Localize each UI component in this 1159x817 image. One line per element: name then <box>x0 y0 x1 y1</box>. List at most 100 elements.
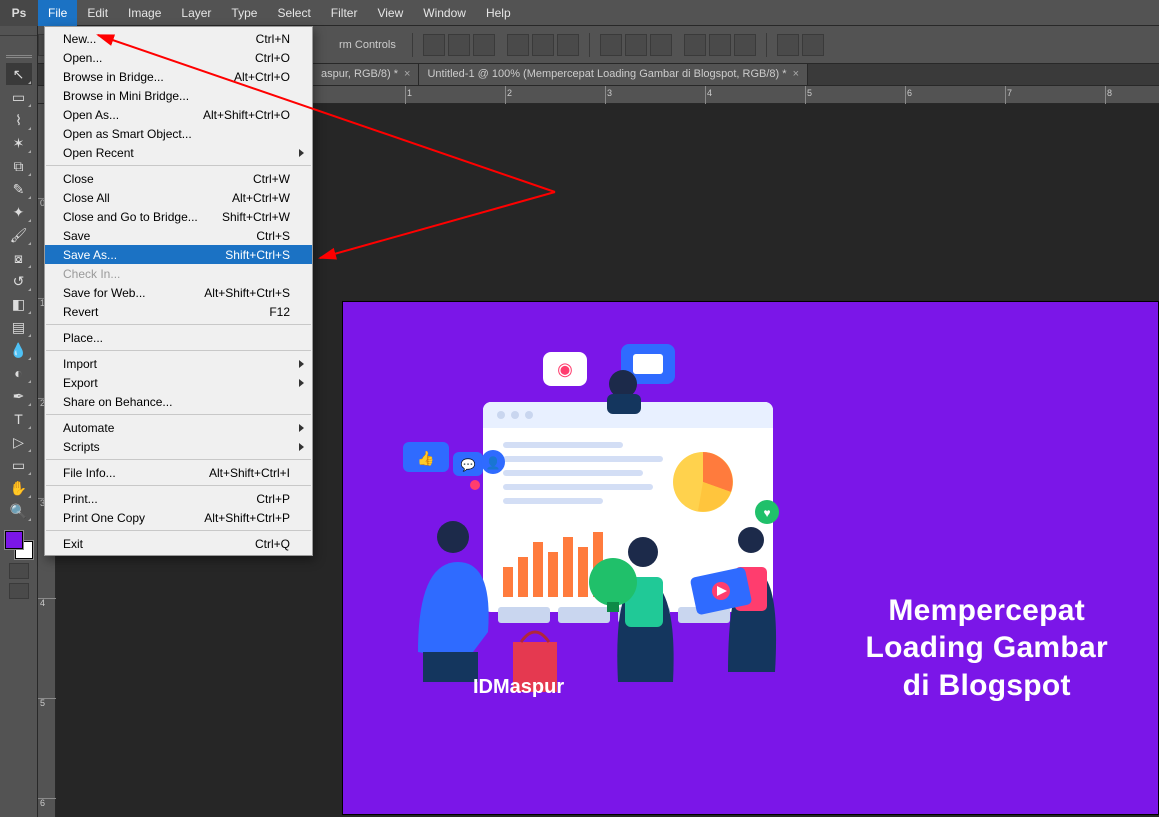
type-tool[interactable]: T <box>6 408 32 430</box>
screen-mode-button[interactable] <box>9 583 29 599</box>
path-selection-tool[interactable]: ▷ <box>6 431 32 453</box>
menu-item-file-info[interactable]: File Info...Alt+Shift+Ctrl+I <box>45 463 312 482</box>
history-brush-tool[interactable]: ↺ <box>6 270 32 292</box>
flyout-triangle-icon <box>28 127 31 130</box>
menu-item-label: Close and Go to Bridge... <box>63 210 198 224</box>
tool-icon: ✋ <box>10 480 27 497</box>
document-tab[interactable]: aspur, RGB/8) * × <box>313 64 419 85</box>
distribute-icon[interactable] <box>650 34 672 56</box>
menu-item-accelerator: Alt+Shift+Ctrl+O <box>203 108 290 122</box>
menu-item-open[interactable]: Open...Ctrl+O <box>45 48 312 67</box>
menu-select[interactable]: Select <box>267 0 320 26</box>
menu-item-export[interactable]: Export <box>45 373 312 392</box>
menu-item-label: Print... <box>63 492 98 506</box>
shape-tool[interactable]: ▭ <box>6 454 32 476</box>
tool-icon: ✶ <box>13 135 25 152</box>
marquee-tool[interactable]: ▭ <box>6 86 32 108</box>
align-bottom-icon[interactable] <box>557 34 579 56</box>
menu-item-exit[interactable]: ExitCtrl+Q <box>45 534 312 553</box>
menu-layer[interactable]: Layer <box>171 0 221 26</box>
menu-item-save[interactable]: SaveCtrl+S <box>45 226 312 245</box>
blur-tool[interactable]: 💧 <box>6 339 32 361</box>
menu-item-new[interactable]: New...Ctrl+N <box>45 29 312 48</box>
menu-separator <box>46 485 311 486</box>
menu-item-save-for-web[interactable]: Save for Web...Alt+Shift+Ctrl+S <box>45 283 312 302</box>
menu-item-revert[interactable]: RevertF12 <box>45 302 312 321</box>
gradient-tool[interactable]: ▤ <box>6 316 32 338</box>
menu-item-label: Place... <box>63 331 103 345</box>
panel-grip[interactable] <box>0 26 37 36</box>
lasso-tool[interactable]: ⌇ <box>6 109 32 131</box>
distribute-icon[interactable] <box>734 34 756 56</box>
hand-tool[interactable]: ✋ <box>6 477 32 499</box>
menu-help[interactable]: Help <box>476 0 521 26</box>
menu-item-browse-in-mini-bridge[interactable]: Browse in Mini Bridge... <box>45 86 312 105</box>
align-left-icon[interactable] <box>423 34 445 56</box>
clone-stamp-tool[interactable]: ⧇ <box>6 247 32 269</box>
magic-wand-tool[interactable]: ✶ <box>6 132 32 154</box>
foreground-color-swatch[interactable] <box>5 531 23 549</box>
menu-item-save-as[interactable]: Save As...Shift+Ctrl+S <box>45 245 312 264</box>
document-tab[interactable]: Untitled-1 @ 100% (Mempercepat Loading G… <box>419 64 808 85</box>
menu-item-open-recent[interactable]: Open Recent <box>45 143 312 162</box>
submenu-arrow-icon <box>299 424 304 432</box>
flyout-triangle-icon <box>28 472 31 475</box>
menu-item-automate[interactable]: Automate <box>45 418 312 437</box>
eraser-tool[interactable]: ◧ <box>6 293 32 315</box>
close-icon[interactable]: × <box>793 68 799 80</box>
artwork-brand-text: IDMaspur <box>473 676 564 699</box>
dodge-tool[interactable]: ◐ <box>6 362 32 384</box>
move-tool[interactable]: ↖ <box>6 63 32 85</box>
menu-item-open-as-smart-object[interactable]: Open as Smart Object... <box>45 124 312 143</box>
flyout-triangle-icon <box>28 150 31 153</box>
menu-image[interactable]: Image <box>118 0 171 26</box>
menu-item-place[interactable]: Place... <box>45 328 312 347</box>
arrange-icon[interactable] <box>802 34 824 56</box>
zoom-tool[interactable]: 🔍 <box>6 500 32 522</box>
menu-file[interactable]: File <box>38 0 77 26</box>
crop-tool[interactable]: ⧉ <box>6 155 32 177</box>
pen-tool[interactable]: ✒ <box>6 385 32 407</box>
close-icon[interactable]: × <box>404 68 410 80</box>
menu-item-label: Exit <box>63 537 83 551</box>
menu-item-accelerator: Alt+Shift+Ctrl+P <box>204 511 290 525</box>
menu-item-close[interactable]: CloseCtrl+W <box>45 169 312 188</box>
menu-item-share-on-behance[interactable]: Share on Behance... <box>45 392 312 411</box>
menu-edit[interactable]: Edit <box>77 0 118 26</box>
quick-mask-button[interactable] <box>9 563 29 579</box>
menu-item-scripts[interactable]: Scripts <box>45 437 312 456</box>
align-right-icon[interactable] <box>473 34 495 56</box>
menu-view[interactable]: View <box>367 0 413 26</box>
eyedropper-tool[interactable]: ✎ <box>6 178 32 200</box>
align-center-v-icon[interactable] <box>532 34 554 56</box>
menu-item-close-all[interactable]: Close AllAlt+Ctrl+W <box>45 188 312 207</box>
align-center-h-icon[interactable] <box>448 34 470 56</box>
file-menu-dropdown[interactable]: New...Ctrl+NOpen...Ctrl+OBrowse in Bridg… <box>44 26 313 556</box>
brush-tool[interactable]: 🖌 <box>6 224 32 246</box>
artwork-title-text: Mempercepat Loading Gambar di Blogspot <box>865 592 1108 705</box>
menu-type[interactable]: Type <box>221 0 267 26</box>
distribute-icon[interactable] <box>684 34 706 56</box>
align-top-icon[interactable] <box>507 34 529 56</box>
menu-item-accelerator: Ctrl+W <box>253 172 290 186</box>
menu-item-print[interactable]: Print...Ctrl+P <box>45 489 312 508</box>
menu-window[interactable]: Window <box>413 0 476 26</box>
tool-icon: 💧 <box>10 342 27 359</box>
distribute-icon[interactable] <box>625 34 647 56</box>
healing-brush-tool[interactable]: ✦ <box>6 201 32 223</box>
menu-item-print-one-copy[interactable]: Print One CopyAlt+Shift+Ctrl+P <box>45 508 312 527</box>
menu-item-close-and-go-to-bridge[interactable]: Close and Go to Bridge...Shift+Ctrl+W <box>45 207 312 226</box>
menu-item-browse-in-bridge[interactable]: Browse in Bridge...Alt+Ctrl+O <box>45 67 312 86</box>
color-swatches[interactable] <box>5 531 33 559</box>
options-label: rm Controls <box>333 39 402 51</box>
menu-item-open-as[interactable]: Open As...Alt+Shift+Ctrl+O <box>45 105 312 124</box>
menu-filter[interactable]: Filter <box>321 0 368 26</box>
submenu-arrow-icon <box>299 360 304 368</box>
distribute-icon[interactable] <box>600 34 622 56</box>
ruler-mark: 7 <box>1007 88 1012 98</box>
tab-title: aspur, RGB/8) * <box>321 68 398 80</box>
menu-item-import[interactable]: Import <box>45 354 312 373</box>
arrange-icon[interactable] <box>777 34 799 56</box>
artboard[interactable]: ◉ 👍 💬 👤 ♥ <box>343 302 1158 814</box>
distribute-icon[interactable] <box>709 34 731 56</box>
